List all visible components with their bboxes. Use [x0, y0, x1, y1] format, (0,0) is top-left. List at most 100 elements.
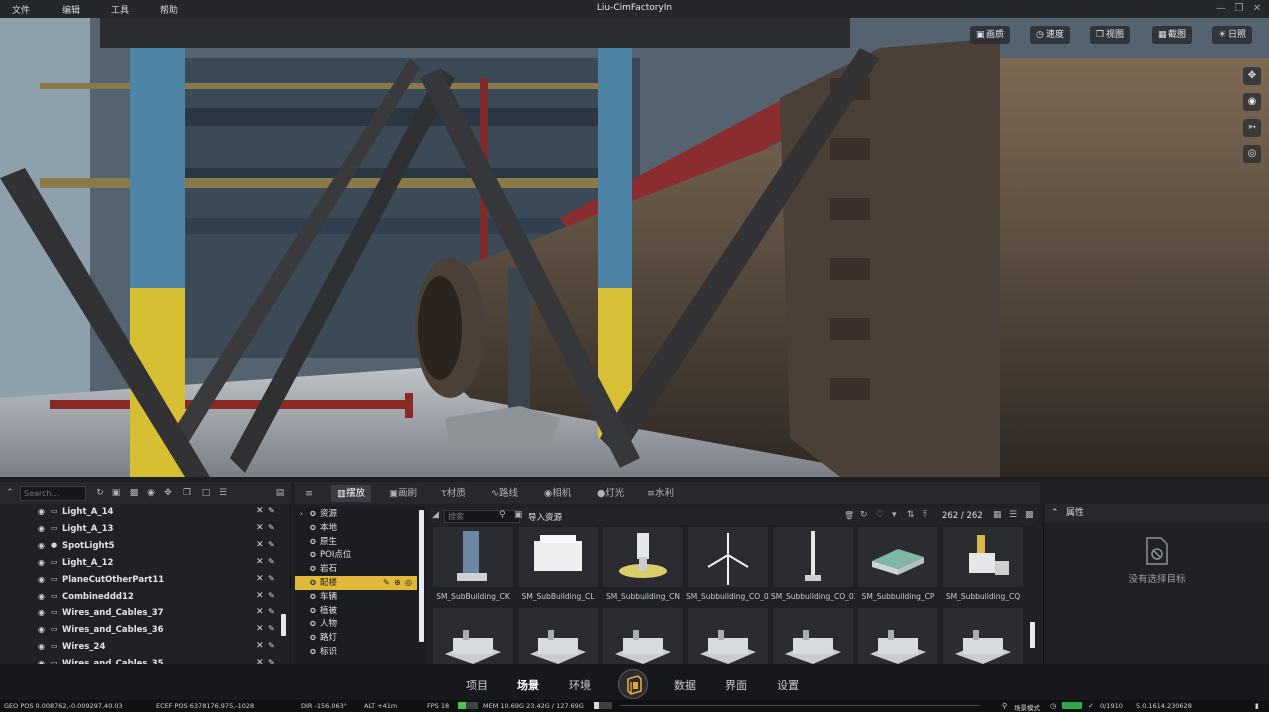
- asset-thumbnail[interactable]: [943, 527, 1023, 587]
- category-item[interactable]: ✪ 岩石: [295, 562, 426, 576]
- edit-icon[interactable]: ✎: [268, 591, 275, 600]
- asset-thumbnail[interactable]: [943, 608, 1023, 664]
- outliner-row[interactable]: ◉ ▭ Light_A_14 ✕ ✎: [0, 504, 286, 521]
- copy-icon[interactable]: ❐: [181, 487, 193, 499]
- globe-icon[interactable]: ◉: [1243, 93, 1261, 111]
- favorite-icon[interactable]: ♡: [876, 510, 884, 520]
- asset-thumbnail[interactable]: [603, 608, 683, 664]
- grid-view-icon[interactable]: ▦: [993, 510, 1002, 520]
- camera-icon[interactable]: ◉: [145, 487, 157, 499]
- focus-icon[interactable]: ▩: [128, 487, 140, 499]
- eye-icon[interactable]: ◉: [38, 558, 45, 567]
- remove-icon[interactable]: ✕: [256, 574, 264, 584]
- list-view-icon[interactable]: ☰: [1009, 510, 1017, 520]
- outliner-scrollbar[interactable]: [281, 614, 286, 636]
- remove-icon[interactable]: ✕: [256, 523, 264, 533]
- close-icon[interactable]: ✕: [1250, 2, 1264, 15]
- nav-project[interactable]: 项目: [466, 677, 488, 693]
- nav-data[interactable]: 数据: [674, 677, 696, 693]
- collapse-up-icon[interactable]: ⌃: [4, 487, 16, 499]
- edit-icon[interactable]: ✎: [268, 624, 275, 633]
- delete-icon[interactable]: 🗑: [844, 511, 854, 520]
- quality-button[interactable]: ▣画质: [970, 26, 1011, 44]
- earth-icon[interactable]: ◎: [1243, 145, 1261, 163]
- asset-thumbnail[interactable]: [518, 527, 598, 587]
- eye-icon[interactable]: ◉: [38, 592, 45, 601]
- tab-camera[interactable]: ◉相机: [538, 485, 577, 502]
- eye-icon[interactable]: ◉: [38, 575, 45, 584]
- refresh-icon[interactable]: ↻: [94, 487, 106, 499]
- screenshot-button[interactable]: ▦截图: [1152, 26, 1193, 44]
- expand-icon[interactable]: ✥: [162, 487, 174, 499]
- outliner-row[interactable]: ◉ ▭ PlaneCutOtherPart11 ✕ ✎: [0, 572, 286, 589]
- category-item[interactable]: ✪ 本地: [295, 521, 426, 535]
- menu-help[interactable]: 帮助: [160, 3, 178, 16]
- edit-icon[interactable]: ✎: [268, 506, 275, 515]
- asset-thumbnail[interactable]: [858, 608, 938, 664]
- outliner-row[interactable]: ◉ ▭ Light_A_13 ✕ ✎: [0, 521, 286, 538]
- tab-light[interactable]: ●灯光: [591, 485, 630, 502]
- edit-icon[interactable]: ✎: [268, 574, 275, 583]
- 3d-viewport[interactable]: ▣画质 ◷ 速度 ❐ 视图 ▦截图 ☀ 日照 ✥ ◉ ➳ ◎: [0, 18, 1269, 477]
- asset-thumbnail[interactable]: [688, 608, 768, 664]
- eye-icon[interactable]: ◉: [38, 524, 45, 533]
- edit-icon[interactable]: ✎: [268, 557, 275, 566]
- sidebar-toggle-icon[interactable]: ≡: [299, 485, 319, 502]
- category-item[interactable]: ✪ 车辆: [295, 590, 426, 604]
- list-icon[interactable]: ☰: [217, 487, 229, 499]
- category-item[interactable]: ✪ 标识: [295, 645, 426, 659]
- outliner-row[interactable]: ◉ ● SpotLight5 ✕ ✎: [0, 538, 286, 555]
- outliner-row[interactable]: ◉ ▭ Wires_24 ✕ ✎: [0, 639, 286, 656]
- frame-icon[interactable]: ▣: [110, 487, 122, 499]
- detail-view-icon[interactable]: ▩: [1025, 510, 1034, 520]
- category-item[interactable]: › ✪ 资源: [295, 507, 426, 521]
- remove-icon[interactable]: ✕: [256, 557, 264, 567]
- edit-icon[interactable]: ✎: [268, 641, 275, 650]
- remove-icon[interactable]: ✕: [256, 591, 264, 601]
- outliner-row[interactable]: ◉ ▭ Combineddd12 ✕ ✎: [0, 589, 286, 606]
- eye-icon[interactable]: ◉: [38, 507, 45, 516]
- edit-icon[interactable]: ✎: [268, 540, 275, 549]
- tab-place[interactable]: ▥摆放: [331, 485, 371, 502]
- import-assets-button[interactable]: 导入资源: [528, 511, 562, 523]
- eye-icon[interactable]: ◉: [38, 625, 45, 634]
- asset-scrollbar[interactable]: [1030, 622, 1035, 648]
- remove-icon[interactable]: ✕: [256, 607, 264, 617]
- tab-material[interactable]: τ材质: [435, 485, 472, 502]
- category-item[interactable]: ✪ POI点位: [295, 548, 426, 562]
- tab-water[interactable]: ≡水利: [641, 485, 680, 502]
- nav-settings[interactable]: 设置: [777, 677, 799, 693]
- edit-icon[interactable]: ✎: [268, 523, 275, 532]
- move-icon[interactable]: ✥: [1243, 67, 1261, 85]
- timeline-track[interactable]: [620, 705, 980, 706]
- minimize-icon[interactable]: —: [1214, 2, 1228, 15]
- asset-thumbnail[interactable]: [603, 527, 683, 587]
- asset-thumbnail[interactable]: [858, 527, 938, 587]
- axis-icon[interactable]: ➳: [1243, 119, 1261, 137]
- tab-brush[interactable]: ▣画刷: [383, 485, 423, 502]
- speed-button[interactable]: ◷ 速度: [1030, 26, 1071, 44]
- category-item[interactable]: ✪ 原生: [295, 535, 426, 549]
- nav-interface[interactable]: 界面: [725, 677, 747, 693]
- add-icon[interactable]: ⊕: [394, 576, 401, 590]
- eye-icon[interactable]: ◉: [38, 608, 45, 617]
- view-button[interactable]: ❐ 视图: [1090, 26, 1131, 44]
- refresh-icon[interactable]: ↻: [860, 510, 868, 520]
- asset-thumbnail[interactable]: [433, 608, 513, 664]
- filter-icon[interactable]: ▾: [892, 510, 897, 520]
- remove-icon[interactable]: ✕: [256, 506, 264, 516]
- category-scrollbar[interactable]: [419, 510, 424, 642]
- outliner-row[interactable]: ◉ ▭ Wires_and_Cables_37 ✕ ✎: [0, 605, 286, 622]
- search-icon[interactable]: ⚲: [499, 510, 506, 520]
- panel-icon[interactable]: ▤: [274, 487, 286, 499]
- remove-icon[interactable]: ✕: [256, 641, 264, 651]
- edit-icon[interactable]: ✎: [268, 607, 275, 616]
- nav-environment[interactable]: 环境: [569, 677, 591, 693]
- tab-route[interactable]: ∿路线: [485, 485, 524, 502]
- asset-thumbnail[interactable]: [773, 608, 853, 664]
- chevron-right-icon[interactable]: ›: [300, 507, 303, 521]
- collapse-icon[interactable]: ⌃: [1051, 504, 1059, 522]
- menu-file[interactable]: 文件: [12, 3, 30, 16]
- sunlight-button[interactable]: ☀ 日照: [1212, 26, 1253, 44]
- maximize-icon[interactable]: ❐: [1232, 2, 1246, 15]
